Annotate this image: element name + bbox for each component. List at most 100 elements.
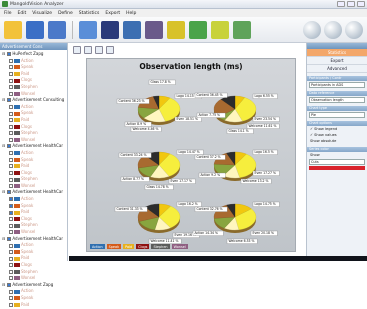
- data-select[interactable]: Observation length: [309, 97, 365, 103]
- tree-item[interactable]: Paid: [2, 255, 65, 262]
- chart-icon[interactable]: [167, 20, 185, 39]
- tree-item[interactable]: Clogs: [2, 170, 65, 177]
- tree-item[interactable]: Paid: [2, 302, 65, 309]
- item-checkbox[interactable]: [9, 164, 13, 169]
- menu-export[interactable]: Export: [105, 11, 120, 16]
- tree-item[interactable]: Clogs: [2, 124, 65, 131]
- item-checkbox[interactable]: [9, 184, 13, 189]
- tree-item[interactable]: Paid: [2, 71, 65, 78]
- tree-item[interactable]: Speak: [2, 157, 65, 164]
- save-as-icon[interactable]: [48, 20, 66, 39]
- tab-statistics[interactable]: Statistics: [307, 49, 367, 57]
- show-absolute-option[interactable]: Show absolute: [307, 138, 367, 144]
- tree-group[interactable]: ⊟ Advertisement HealthCar: [2, 189, 65, 196]
- copy-icon[interactable]: [84, 46, 92, 54]
- export-icon[interactable]: [123, 20, 141, 39]
- menu-visualize[interactable]: Visualize: [32, 11, 52, 16]
- group-checkbox[interactable]: [7, 282, 12, 287]
- menu-define[interactable]: Define: [58, 11, 73, 16]
- tree-group[interactable]: ⊟ Advertisement Zapg: [2, 282, 65, 289]
- tree-item[interactable]: Clogs: [2, 77, 65, 84]
- tab-advanced[interactable]: Advanced: [307, 65, 367, 73]
- tree-item[interactable]: Wonsel: [2, 183, 65, 190]
- item-checkbox[interactable]: [9, 124, 13, 129]
- chart-type-select[interactable]: Pie: [309, 112, 365, 118]
- participants-select[interactable]: Participants in ADS: [309, 82, 365, 88]
- report-icon[interactable]: [233, 20, 251, 39]
- item-checkbox[interactable]: [9, 72, 13, 77]
- tree-item[interactable]: Wonsel: [2, 91, 65, 98]
- item-checkbox[interactable]: [9, 151, 13, 156]
- tree-item[interactable]: Action: [2, 196, 65, 203]
- filter-icon[interactable]: [211, 20, 229, 39]
- help-icon[interactable]: [345, 21, 363, 39]
- item-checkbox[interactable]: [9, 105, 13, 110]
- item-checkbox[interactable]: [9, 269, 13, 274]
- group-checkbox[interactable]: [7, 144, 12, 149]
- group-checkbox[interactable]: [7, 52, 12, 56]
- tree-item[interactable]: Speak: [2, 295, 65, 302]
- import-icon[interactable]: [79, 20, 97, 39]
- item-checkbox[interactable]: [9, 111, 13, 116]
- tree-item[interactable]: Paid: [2, 163, 65, 170]
- tree-group[interactable]: ⊟ HuPerfect Zapg: [2, 51, 65, 58]
- tree-group[interactable]: ⊟ Advertisement HealthCar: [2, 236, 65, 243]
- item-checkbox[interactable]: [9, 230, 13, 235]
- item-checkbox[interactable]: [9, 85, 13, 90]
- minimize-button[interactable]: [337, 1, 345, 7]
- item-checkbox[interactable]: [9, 263, 13, 268]
- item-checkbox[interactable]: [9, 157, 13, 162]
- item-checkbox[interactable]: [9, 131, 13, 136]
- item-checkbox[interactable]: [9, 197, 13, 202]
- group-checkbox[interactable]: [7, 190, 12, 195]
- open-folder-icon[interactable]: [4, 20, 22, 39]
- tree-item[interactable]: Action: [2, 242, 65, 249]
- group-checkbox[interactable]: [7, 98, 12, 103]
- tree-item[interactable]: Paid: [2, 209, 65, 216]
- tree-item[interactable]: Stephen: [2, 176, 65, 183]
- item-checkbox[interactable]: [9, 203, 13, 208]
- item-checkbox[interactable]: [9, 91, 13, 96]
- tree-item[interactable]: Action: [2, 288, 65, 295]
- item-checkbox[interactable]: [9, 58, 13, 63]
- menu-file[interactable]: File: [4, 11, 12, 16]
- tab-export[interactable]: Export: [307, 57, 367, 65]
- item-checkbox[interactable]: [9, 276, 13, 281]
- tree-item[interactable]: Stephen: [2, 130, 65, 137]
- tree-item[interactable]: Stephen: [2, 269, 65, 276]
- print-icon[interactable]: [95, 46, 103, 54]
- tree-group[interactable]: ⊟ Advertisement HealthCar: [2, 143, 65, 150]
- item-checkbox[interactable]: [9, 302, 13, 307]
- statistics-icon[interactable]: [145, 20, 163, 39]
- tree-item[interactable]: Clogs: [2, 262, 65, 269]
- video-icon[interactable]: [101, 20, 119, 39]
- item-checkbox[interactable]: [9, 177, 13, 182]
- item-checkbox[interactable]: [9, 65, 13, 70]
- dataset-tree[interactable]: ⊟ HuPerfect Zapg Action Speak Paid Clogs Steph…: [0, 50, 67, 309]
- series-select[interactable]: Cuts: [309, 159, 365, 165]
- group-checkbox[interactable]: [7, 236, 12, 241]
- item-checkbox[interactable]: [9, 296, 13, 301]
- tree-item[interactable]: Speak: [2, 110, 65, 117]
- item-checkbox[interactable]: [9, 289, 13, 294]
- save-chart-icon[interactable]: [106, 46, 114, 54]
- item-checkbox[interactable]: [9, 138, 13, 143]
- item-checkbox[interactable]: [9, 250, 13, 255]
- menu-help[interactable]: Help: [126, 11, 136, 16]
- tree-item[interactable]: Speak: [2, 64, 65, 71]
- settings-icon[interactable]: [303, 21, 321, 39]
- tree-group[interactable]: ⊟ Advertisement Consulting: [2, 97, 65, 104]
- maximize-button[interactable]: [347, 1, 355, 7]
- item-checkbox[interactable]: [9, 78, 13, 83]
- tree-item[interactable]: Stephen: [2, 222, 65, 229]
- tree-item[interactable]: Action: [2, 104, 65, 111]
- tree-item[interactable]: Wonsel: [2, 229, 65, 236]
- close-button[interactable]: [357, 1, 365, 7]
- tree-item[interactable]: Wonsel: [2, 275, 65, 282]
- save-icon[interactable]: [26, 20, 44, 39]
- item-checkbox[interactable]: [9, 170, 13, 175]
- item-checkbox[interactable]: [9, 118, 13, 123]
- item-checkbox[interactable]: [9, 210, 13, 215]
- item-checkbox[interactable]: [9, 217, 13, 222]
- tree-item[interactable]: Action: [2, 150, 65, 157]
